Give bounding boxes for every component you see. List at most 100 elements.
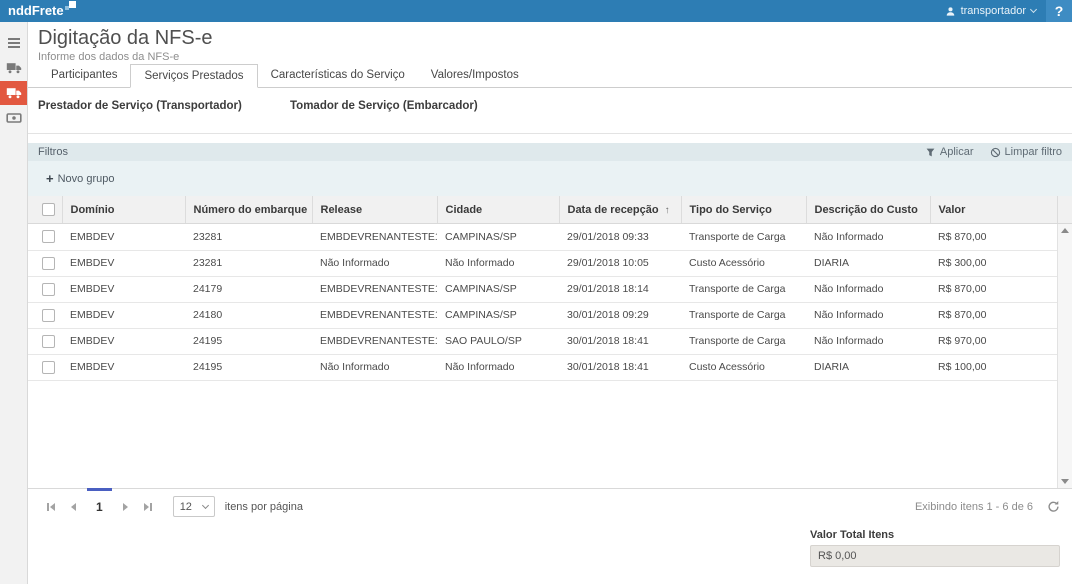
table-cell: 30/01/2018 09:29 — [559, 302, 681, 328]
table-cell: R$ 870,00 — [930, 224, 1057, 250]
plus-icon: + — [46, 171, 54, 186]
column-header-valor[interactable]: Valor — [930, 196, 1057, 223]
scroll-up-icon[interactable] — [1061, 228, 1069, 233]
pagination-bar: 1 12 itens por página Exibindo itens 1 -… — [28, 488, 1072, 524]
table-cell: EMBDEV — [62, 224, 185, 250]
sidebar-item-billing[interactable] — [0, 106, 27, 130]
scroll-down-icon[interactable] — [1061, 479, 1069, 484]
table-cell: R$ 870,00 — [930, 302, 1057, 328]
pager-status: Exibindo itens 1 - 6 de 6 — [915, 501, 1033, 513]
user-menu-label: transportador — [961, 5, 1026, 17]
table-cell: 29/01/2018 18:14 — [559, 276, 681, 302]
last-page-button[interactable] — [137, 496, 159, 518]
filters-body: + Novo grupo — [28, 161, 1072, 196]
row-checkbox[interactable] — [42, 335, 55, 348]
table-cell: Não Informado — [806, 224, 930, 250]
table-cell: Custo Acessório — [681, 250, 806, 276]
table-cell: CAMPINAS/SP — [437, 302, 559, 328]
row-checkbox[interactable] — [42, 230, 55, 243]
table-cell: EMBDEVRENANTESTE117 — [312, 302, 437, 328]
prev-page-button[interactable] — [62, 496, 84, 518]
table-cell: EMBDEV — [62, 302, 185, 328]
table-cell: 24195 — [185, 354, 312, 380]
clear-filter-button[interactable]: Limpar filtro — [990, 146, 1062, 158]
row-checkbox-cell — [28, 302, 62, 328]
column-header-cidade[interactable]: Cidade — [437, 196, 559, 223]
column-header-data-recepcao-label: Data de recepção — [568, 204, 659, 216]
table-cell: 23281 — [185, 250, 312, 276]
table-cell: EMBDEVRENANTESTE120 — [312, 328, 437, 354]
sort-asc-icon: ↑ — [665, 205, 670, 216]
participants-panel: Prestador de Serviço (Transportador) Tom… — [28, 88, 1072, 134]
tab-caracteristicas-do-servico[interactable]: Características do Serviço — [258, 64, 418, 87]
row-checkbox-cell — [28, 224, 62, 250]
column-header-data-recepcao[interactable]: Data de recepção ↑ — [559, 196, 681, 223]
apply-filter-button[interactable]: Aplicar — [925, 146, 974, 158]
table-rows: EMBDEV23281EMBDEVRENANTESTE115CAMPINAS/S… — [28, 224, 1057, 380]
row-checkbox[interactable] — [42, 309, 55, 322]
table-cell: Não Informado — [806, 302, 930, 328]
table-row: EMBDEV24180EMBDEVRENANTESTE117CAMPINAS/S… — [28, 302, 1057, 328]
table-cell: Transporte de Carga — [681, 276, 806, 302]
table-cell: 24179 — [185, 276, 312, 302]
app-logo-text: nddFrete — [8, 1, 64, 21]
column-header-tipo-servico[interactable]: Tipo do Serviço — [681, 196, 806, 223]
user-menu[interactable]: transportador — [935, 0, 1046, 22]
table-row: EMBDEV23281EMBDEVRENANTESTE115CAMPINAS/S… — [28, 224, 1057, 250]
truck-document-icon — [6, 87, 22, 99]
chevron-down-icon — [1030, 6, 1037, 13]
total-items-input[interactable] — [810, 545, 1060, 567]
page-subtitle: Informe dos dados da NFS-e — [38, 51, 1062, 63]
page-header: Digitação da NFS-e Informe dos dados da … — [28, 22, 1072, 64]
table-cell: 23281 — [185, 224, 312, 250]
new-group-button[interactable]: + Novo grupo — [46, 171, 114, 186]
column-header-dominio[interactable]: Domínio — [62, 196, 185, 223]
hamburger-icon — [8, 38, 20, 48]
select-all-checkbox-cell — [28, 196, 62, 223]
current-page-number[interactable]: 1 — [87, 500, 112, 514]
table-cell: SAO PAULO/SP — [437, 328, 559, 354]
row-checkbox-cell — [28, 276, 62, 302]
column-header-release[interactable]: Release — [312, 196, 437, 223]
row-checkbox-cell — [28, 328, 62, 354]
table-cell: EMBDEV — [62, 276, 185, 302]
table-row: EMBDEV24179EMBDEVRENANTESTE116CAMPINAS/S… — [28, 276, 1057, 302]
row-checkbox[interactable] — [42, 257, 55, 270]
refresh-icon — [1047, 500, 1060, 513]
next-page-button[interactable] — [115, 496, 137, 518]
total-items-label: Valor Total Itens — [810, 529, 1060, 541]
column-header-descricao-custo[interactable]: Descrição do Custo — [806, 196, 930, 223]
tab-valores-impostos[interactable]: Valores/Impostos — [418, 64, 532, 87]
sidebar-item-freight[interactable] — [0, 56, 27, 80]
refresh-button[interactable] — [1047, 500, 1060, 513]
select-all-checkbox[interactable] — [42, 203, 55, 216]
table-cell: R$ 100,00 — [930, 354, 1057, 380]
sidebar-item-nfse[interactable] — [0, 81, 27, 105]
table-cell: R$ 870,00 — [930, 276, 1057, 302]
sidebar-item-menu-toggle[interactable] — [0, 31, 27, 55]
table-cell: Transporte de Carga — [681, 224, 806, 250]
tab-participantes[interactable]: Participantes — [38, 64, 130, 87]
table-cell: DIARIA — [806, 354, 930, 380]
table-cell: 29/01/2018 10:05 — [559, 250, 681, 276]
first-page-button[interactable] — [40, 496, 62, 518]
truck-icon — [6, 62, 22, 74]
table-cell: EMBDEV — [62, 354, 185, 380]
table-cell: Não Informado — [806, 328, 930, 354]
help-button[interactable]: ? — [1046, 0, 1072, 22]
column-header-numero-embarque[interactable]: Número do embarque — [185, 196, 312, 223]
page-size-select[interactable]: 12 — [173, 496, 215, 517]
row-checkbox[interactable] — [42, 361, 55, 374]
filters-title: Filtros — [38, 146, 68, 158]
items-per-page-label: itens por página — [225, 501, 303, 513]
table-cell: Não Informado — [312, 250, 437, 276]
table-cell: Custo Acessório — [681, 354, 806, 380]
row-checkbox-cell — [28, 354, 62, 380]
filter-funnel-icon — [925, 147, 936, 158]
vertical-scrollbar[interactable] — [1057, 224, 1072, 488]
tab-servicos-prestados[interactable]: Serviços Prestados — [130, 64, 257, 88]
row-checkbox[interactable] — [42, 283, 55, 296]
table-row: EMBDEV24195Não InformadoNão Informado30/… — [28, 354, 1057, 380]
table-cell: 30/01/2018 18:41 — [559, 328, 681, 354]
ban-icon — [990, 147, 1001, 158]
